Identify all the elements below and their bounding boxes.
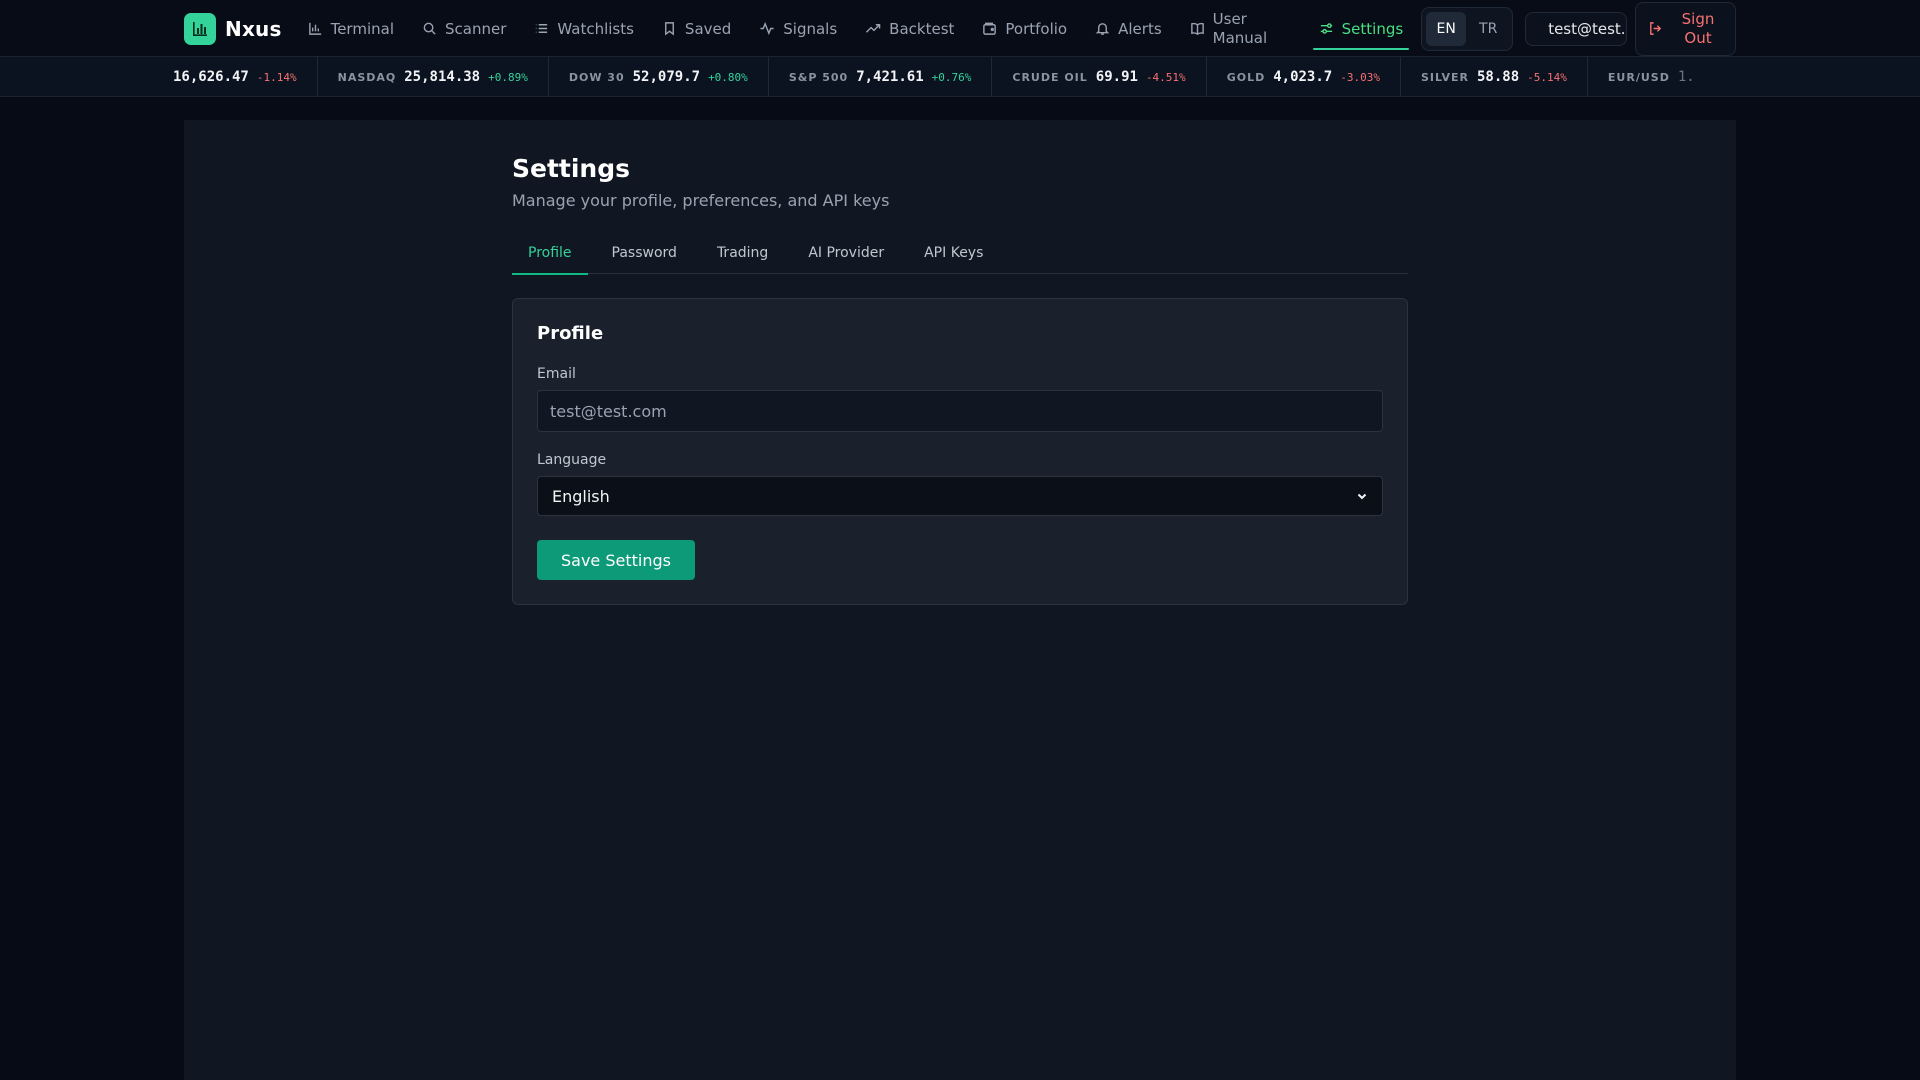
nav-item-label: Scanner [445,19,507,38]
user-menu[interactable]: test@test.c... [1525,11,1627,46]
tab-api-keys[interactable]: API Keys [908,232,999,274]
page-title: Settings [512,154,631,183]
search-icon [423,22,436,35]
navbar-inner: Nxus Terminal Scanner Watchlists Saved S… [184,0,1736,57]
top-navbar: Nxus Terminal Scanner Watchlists Saved S… [0,0,1920,57]
nav-item-label: Signals [783,19,838,38]
trending-up-icon [866,24,881,33]
nav-item-user-manual[interactable]: User Manual [1176,0,1283,57]
ticker-value: 52,079.7 [632,69,701,85]
nav-item-label: Terminal [330,19,394,38]
ticker-symbol: GOLD [1226,70,1266,84]
ticker-symbol: CRUDE OIL [1012,70,1088,84]
ticker-value: 25,814.38 [404,69,481,85]
email-field[interactable] [537,390,1383,432]
language-switch: EN TR [1421,6,1514,51]
nav-items: Terminal Scanner Watchlists Saved Signal… [294,0,1418,57]
log-out-icon [1650,22,1662,35]
activity-icon [760,21,774,36]
ticker-symbol: NASDAQ [337,70,397,84]
ticker-change: -1.14% [256,70,297,84]
user-email: test@test.c... [1548,19,1626,38]
ticker-change: +0.76% [931,70,972,84]
language-select-value: English [552,486,610,506]
nav-item-signals[interactable]: Signals [745,0,851,57]
ticker-change: +0.80% [708,70,748,84]
nav-item-portfolio[interactable]: Portfolio [968,0,1081,57]
list-icon [536,24,548,33]
ticker-value: 4,023.7 [1273,69,1333,85]
profile-card: Profile Email Language English Save Sett… [512,298,1408,605]
tab-password[interactable]: Password [596,232,693,274]
brand-name: Nxus [225,16,282,41]
nav-item-watchlists[interactable]: Watchlists [520,0,648,57]
bell-icon [1095,23,1110,35]
ticker-item: NASDAQ 25,814.38 +0.89% [318,57,549,96]
ticker-fade-right [1690,57,1750,96]
ticker-change: +0.89% [488,70,528,84]
ticker-item: GOLD 4,023.7 -3.03% [1207,57,1401,96]
ticker-item: SILVER 58.88 -5.14% [1401,57,1588,96]
sliders-icon [1320,23,1332,34]
chevron-down-icon [1357,493,1367,500]
brand-logo-icon [184,12,216,45]
ticker-value: 69.91 [1095,69,1138,85]
ticker-symbol: S&P 500 [788,70,849,84]
tab-trading[interactable]: Trading [701,232,784,274]
ticker-change: -5.14% [1527,70,1567,84]
sign-out-button[interactable]: Sign Out [1635,1,1736,56]
nav-item-label: Backtest [889,19,955,38]
nav-item-label: User Manual [1212,9,1268,47]
ticker-change: -3.03% [1340,70,1380,84]
tab-ai-provider[interactable]: AI Provider [792,232,900,274]
sign-out-label: Sign Out [1681,9,1715,47]
wallet-icon [983,22,997,35]
bar-chart-icon [308,22,321,35]
ticker-value: 16,626.47 [173,69,249,85]
brand[interactable]: Nxus [184,12,282,45]
nav-item-settings[interactable]: Settings [1305,0,1418,57]
nav-item-label: Saved [684,19,732,38]
language-option-en[interactable]: EN [1426,11,1467,46]
language-label: Language [537,452,607,468]
nav-item-saved[interactable]: Saved [648,0,745,57]
profile-card-title: Profile [537,323,604,344]
save-settings-button[interactable]: Save Settings [537,540,695,580]
nav-item-label: Alerts [1118,19,1162,38]
email-label: Email [537,366,576,382]
nav-item-terminal[interactable]: Terminal [294,0,408,57]
ticker-value: 7,421.61 [856,69,924,85]
ticker-item: S&P 500 7,421.61 +0.76% [769,57,993,96]
settings-tabs: Profile Password Trading AI Provider API… [512,232,1408,275]
ticker-symbol: EUR/USD [1607,70,1670,84]
nav-item-label: Watchlists [557,19,634,38]
nav-item-label: Portfolio [1005,19,1068,38]
book-icon [1190,22,1204,36]
tab-profile[interactable]: Profile [512,232,588,275]
ticker-symbol: DOW 30 [568,70,625,84]
language-option-tr[interactable]: TR [1468,12,1508,46]
ticker-fade-left [155,57,175,96]
ticker-item: 16,626.47 -1.14% [163,57,318,96]
ticker-item: DOW 30 52,079.7 +0.80% [549,57,769,96]
page-subtitle: Manage your profile, preferences, and AP… [512,191,890,210]
ticker-value: 58.88 [1477,69,1520,85]
settings-content: Settings Manage your profile, preference… [512,154,1408,605]
ticker-symbol: SILVER [1420,70,1469,84]
bookmark-icon [664,22,674,36]
nav-item-alerts[interactable]: Alerts [1081,0,1176,57]
main-panel: Settings Manage your profile, preference… [184,120,1736,1080]
ticker-item: CRUDE OIL 69.91 -4.51% [992,57,1207,96]
nav-item-scanner[interactable]: Scanner [408,0,520,57]
ticker-change: -4.51% [1145,70,1186,84]
ticker-track: 16,626.47 -1.14% NASDAQ 25,814.38 +0.89%… [163,57,1763,96]
language-select[interactable]: English [537,476,1383,516]
nav-item-label: Settings [1341,19,1404,38]
market-ticker: 16,626.47 -1.14% NASDAQ 25,814.38 +0.89%… [0,57,1920,97]
nav-item-backtest[interactable]: Backtest [851,0,968,57]
